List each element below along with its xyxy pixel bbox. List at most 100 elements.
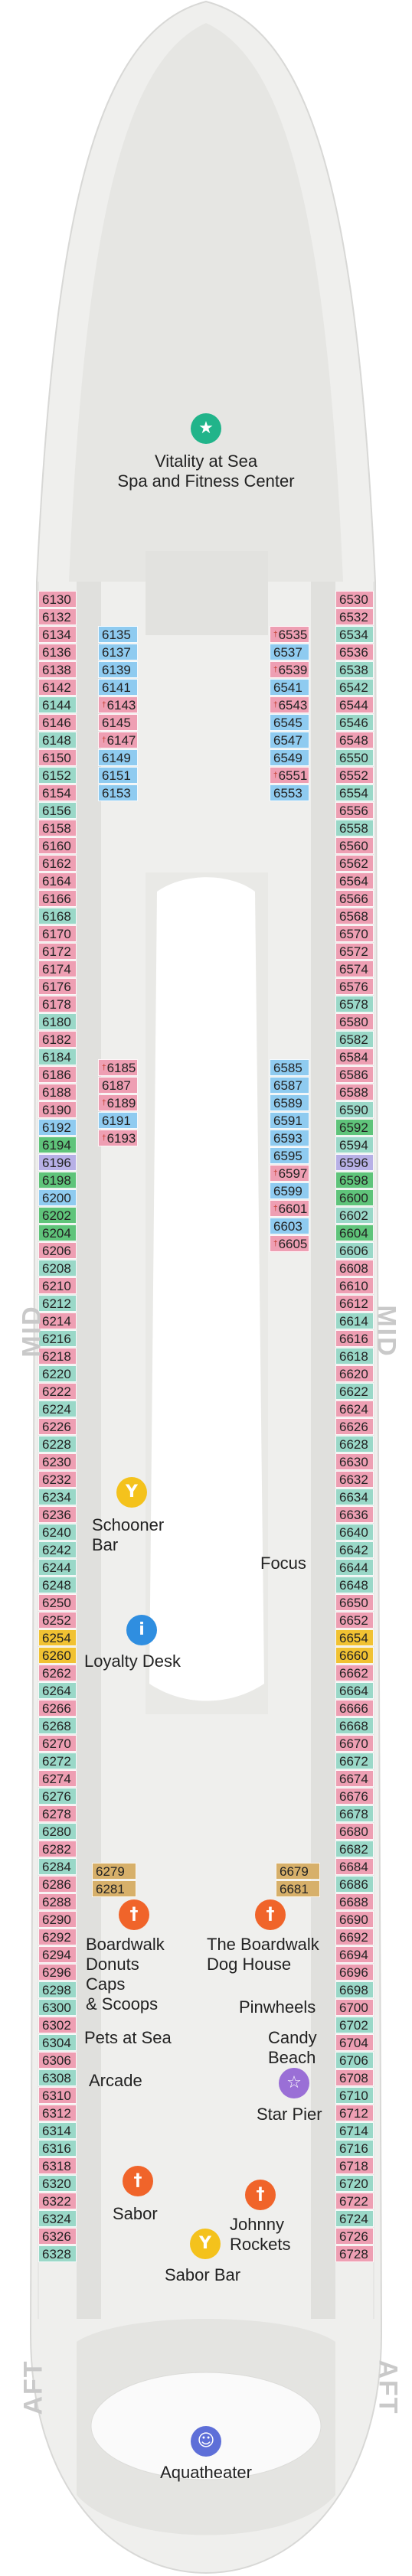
- cabin-6712[interactable]: 6712: [335, 2105, 374, 2121]
- cabin-6222[interactable]: 6222: [38, 1383, 77, 1400]
- cabin-6664[interactable]: 6664: [335, 1682, 374, 1699]
- cabin-6236[interactable]: 6236: [38, 1506, 77, 1523]
- cabin-6548[interactable]: 6548: [335, 732, 374, 748]
- cabin-6288[interactable]: 6288: [38, 1893, 77, 1910]
- cabin-6680[interactable]: 6680: [335, 1823, 374, 1840]
- cabin-6650[interactable]: 6650: [335, 1594, 374, 1611]
- cabin-6574[interactable]: 6574: [335, 960, 374, 977]
- cabin-6612[interactable]: 6612: [335, 1295, 374, 1312]
- cabin-6132[interactable]: 6132: [38, 608, 77, 625]
- cabin-6176[interactable]: 6176: [38, 978, 77, 995]
- cabin-6628[interactable]: 6628: [335, 1436, 374, 1453]
- cabin-6636[interactable]: 6636: [335, 1506, 374, 1523]
- cabin-6553[interactable]: 6553: [270, 784, 309, 801]
- cabin-6272[interactable]: 6272: [38, 1753, 77, 1769]
- cabin-6145[interactable]: 6145: [98, 714, 138, 731]
- cabin-6292[interactable]: 6292: [38, 1929, 77, 1945]
- cabin-6250[interactable]: 6250: [38, 1594, 77, 1611]
- cabin-6666[interactable]: 6666: [335, 1700, 374, 1717]
- cabin-6584[interactable]: 6584: [335, 1048, 374, 1065]
- cabin-6706[interactable]: 6706: [335, 2052, 374, 2069]
- cabin-6546[interactable]: 6546: [335, 714, 374, 731]
- cabin-6188[interactable]: 6188: [38, 1084, 77, 1101]
- cabin-6544[interactable]: 6544: [335, 696, 374, 713]
- cabin-6716[interactable]: 6716: [335, 2140, 374, 2157]
- cabin-6624[interactable]: 6624: [335, 1400, 374, 1417]
- cabin-6720[interactable]: 6720: [335, 2175, 374, 2192]
- cabin-6644[interactable]: 6644: [335, 1559, 374, 1576]
- cabin-6194[interactable]: 6194: [38, 1136, 77, 1153]
- cabin-6170[interactable]: 6170: [38, 925, 77, 942]
- cabin-6135[interactable]: 6135: [98, 626, 138, 643]
- cabin-6642[interactable]: 6642: [335, 1541, 374, 1558]
- cabin-6545[interactable]: 6545: [270, 714, 309, 731]
- cabin-6724[interactable]: 6724: [335, 2210, 374, 2227]
- cabin-6308[interactable]: 6308: [38, 2069, 77, 2086]
- cabin-6160[interactable]: 6160: [38, 837, 77, 854]
- cabin-6143[interactable]: †6143: [98, 696, 138, 713]
- cabin-6228[interactable]: 6228: [38, 1436, 77, 1453]
- cabin-6156[interactable]: 6156: [38, 802, 77, 819]
- cabin-6688[interactable]: 6688: [335, 1893, 374, 1910]
- cabin-6660[interactable]: 6660: [335, 1647, 374, 1664]
- star-icon[interactable]: ☆: [279, 2068, 309, 2098]
- cabin-6566[interactable]: 6566: [335, 890, 374, 907]
- cabin-6539[interactable]: †6539: [270, 661, 309, 678]
- cabin-6562[interactable]: 6562: [335, 855, 374, 872]
- cabin-6710[interactable]: 6710: [335, 2087, 374, 2104]
- cabin-6590[interactable]: 6590: [335, 1101, 374, 1118]
- cabin-6316[interactable]: 6316: [38, 2140, 77, 2157]
- cabin-6147[interactable]: †6147: [98, 732, 138, 748]
- cabin-6602[interactable]: 6602: [335, 1207, 374, 1224]
- cabin-6185[interactable]: †6185: [98, 1059, 138, 1076]
- cabin-6648[interactable]: 6648: [335, 1577, 374, 1593]
- cabin-6187[interactable]: 6187: [98, 1077, 138, 1094]
- cabin-6722[interactable]: 6722: [335, 2193, 374, 2209]
- cabin-6542[interactable]: 6542: [335, 679, 374, 696]
- cabin-6266[interactable]: 6266: [38, 1700, 77, 1717]
- cabin-6198[interactable]: 6198: [38, 1172, 77, 1189]
- cabin-6220[interactable]: 6220: [38, 1365, 77, 1382]
- cabin-6594[interactable]: 6594: [335, 1136, 374, 1153]
- cabin-6142[interactable]: 6142: [38, 679, 77, 696]
- cabin-6690[interactable]: 6690: [335, 1911, 374, 1928]
- cabin-6318[interactable]: 6318: [38, 2157, 77, 2174]
- cabin-6684[interactable]: 6684: [335, 1858, 374, 1875]
- cabin-6144[interactable]: 6144: [38, 696, 77, 713]
- cabin-6279[interactable]: 6279: [92, 1863, 136, 1880]
- cabin-6242[interactable]: 6242: [38, 1541, 77, 1558]
- cabin-6670[interactable]: 6670: [335, 1735, 374, 1752]
- cabin-6141[interactable]: 6141: [98, 679, 138, 696]
- theater-icon[interactable]: ☺: [191, 2426, 221, 2457]
- cabin-6538[interactable]: 6538: [335, 661, 374, 678]
- cabin-6576[interactable]: 6576: [335, 978, 374, 995]
- cabin-6234[interactable]: 6234: [38, 1489, 77, 1505]
- cabin-6281[interactable]: 6281: [92, 1880, 136, 1897]
- cocktail-icon[interactable]: Y: [116, 1477, 147, 1508]
- cabin-6564[interactable]: 6564: [335, 872, 374, 889]
- cabin-6186[interactable]: 6186: [38, 1066, 77, 1083]
- cabin-6190[interactable]: 6190: [38, 1101, 77, 1118]
- cabin-6550[interactable]: 6550: [335, 749, 374, 766]
- cabin-6728[interactable]: 6728: [335, 2245, 374, 2262]
- cabin-6616[interactable]: 6616: [335, 1330, 374, 1347]
- cabin-6151[interactable]: 6151: [98, 767, 138, 784]
- cabin-6598[interactable]: 6598: [335, 1172, 374, 1189]
- cabin-6586[interactable]: 6586: [335, 1066, 374, 1083]
- cabin-6208[interactable]: 6208: [38, 1260, 77, 1277]
- cabin-6326[interactable]: 6326: [38, 2228, 77, 2245]
- cabin-6189[interactable]: †6189: [98, 1094, 138, 1111]
- cabin-6286[interactable]: 6286: [38, 1876, 77, 1893]
- cabin-6592[interactable]: 6592: [335, 1119, 374, 1136]
- cabin-6191[interactable]: 6191: [98, 1112, 138, 1129]
- cabin-6606[interactable]: 6606: [335, 1242, 374, 1259]
- cabin-6570[interactable]: 6570: [335, 925, 374, 942]
- cabin-6244[interactable]: 6244: [38, 1559, 77, 1576]
- cabin-6694[interactable]: 6694: [335, 1946, 374, 1963]
- cabin-6202[interactable]: 6202: [38, 1207, 77, 1224]
- cabin-6150[interactable]: 6150: [38, 749, 77, 766]
- cabin-6674[interactable]: 6674: [335, 1770, 374, 1787]
- cabin-6264[interactable]: 6264: [38, 1682, 77, 1699]
- cabin-6622[interactable]: 6622: [335, 1383, 374, 1400]
- cabin-6605[interactable]: †6605: [270, 1235, 309, 1252]
